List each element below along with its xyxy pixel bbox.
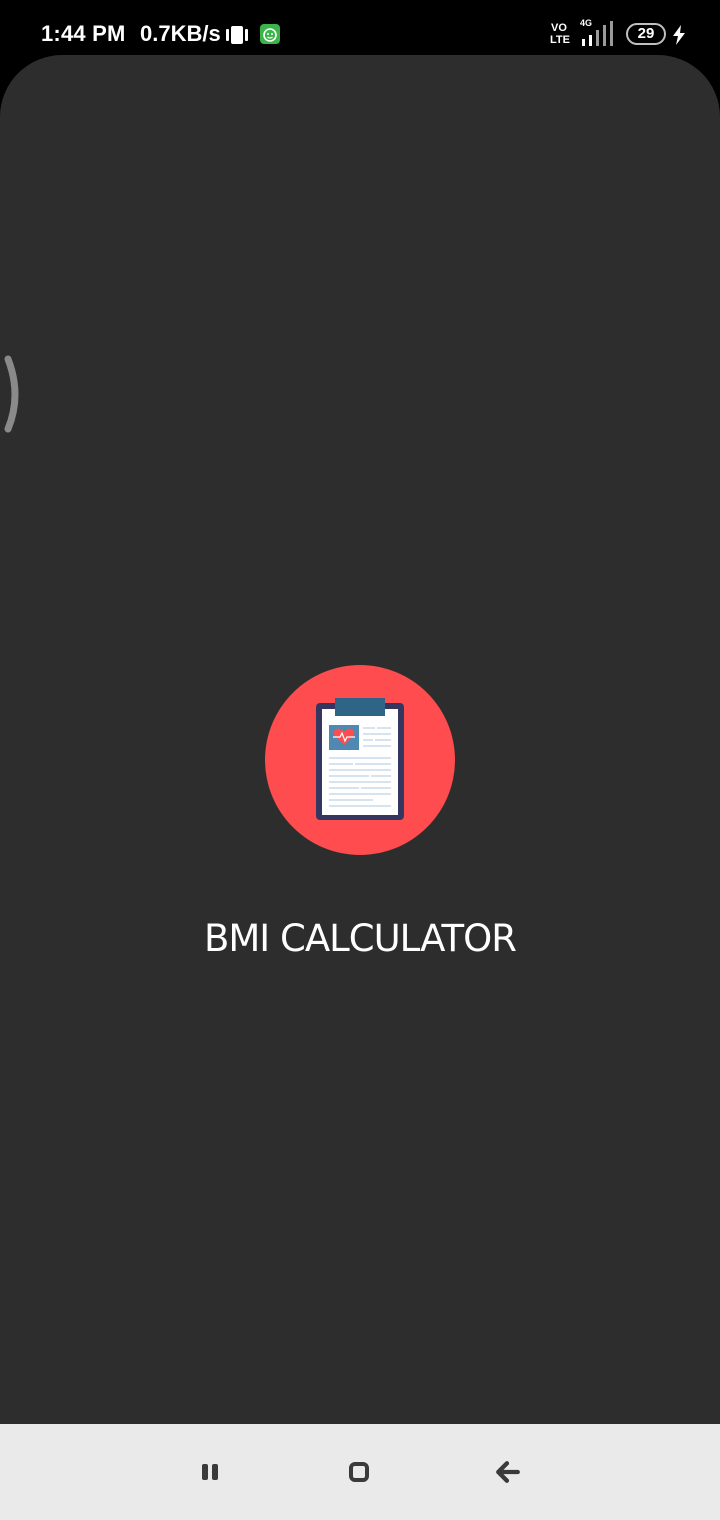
app-title: BMI CALCULATOR [204, 917, 517, 960]
clipboard-heart-icon [316, 698, 404, 820]
battery-level: 29 [637, 25, 655, 42]
recents-icon [202, 1464, 218, 1480]
app-notification-icon [260, 24, 280, 44]
device-screen: 1:44 PM 0.7KB/s VO LTE 4G 29 BMI CALCULA… [0, 0, 720, 1520]
vibrate-icon [226, 26, 248, 44]
home-button[interactable] [335, 1448, 383, 1496]
back-gesture-handle[interactable] [0, 355, 24, 435]
recents-button[interactable] [186, 1448, 234, 1496]
charging-icon [673, 25, 685, 45]
volte-icon: VO LTE [550, 22, 570, 46]
battery-icon: 29 [626, 23, 666, 45]
back-arrow-icon [496, 1461, 520, 1483]
splash-screen: BMI CALCULATOR [0, 55, 720, 1424]
network-speed: 0.7KB/s [140, 21, 221, 46]
back-button[interactable] [484, 1448, 532, 1496]
home-icon [349, 1462, 369, 1482]
signal-icon: 4G [578, 18, 614, 48]
navigation-bar [0, 1424, 720, 1520]
app-logo [265, 665, 455, 855]
status-time: 1:44 PM [41, 21, 126, 46]
